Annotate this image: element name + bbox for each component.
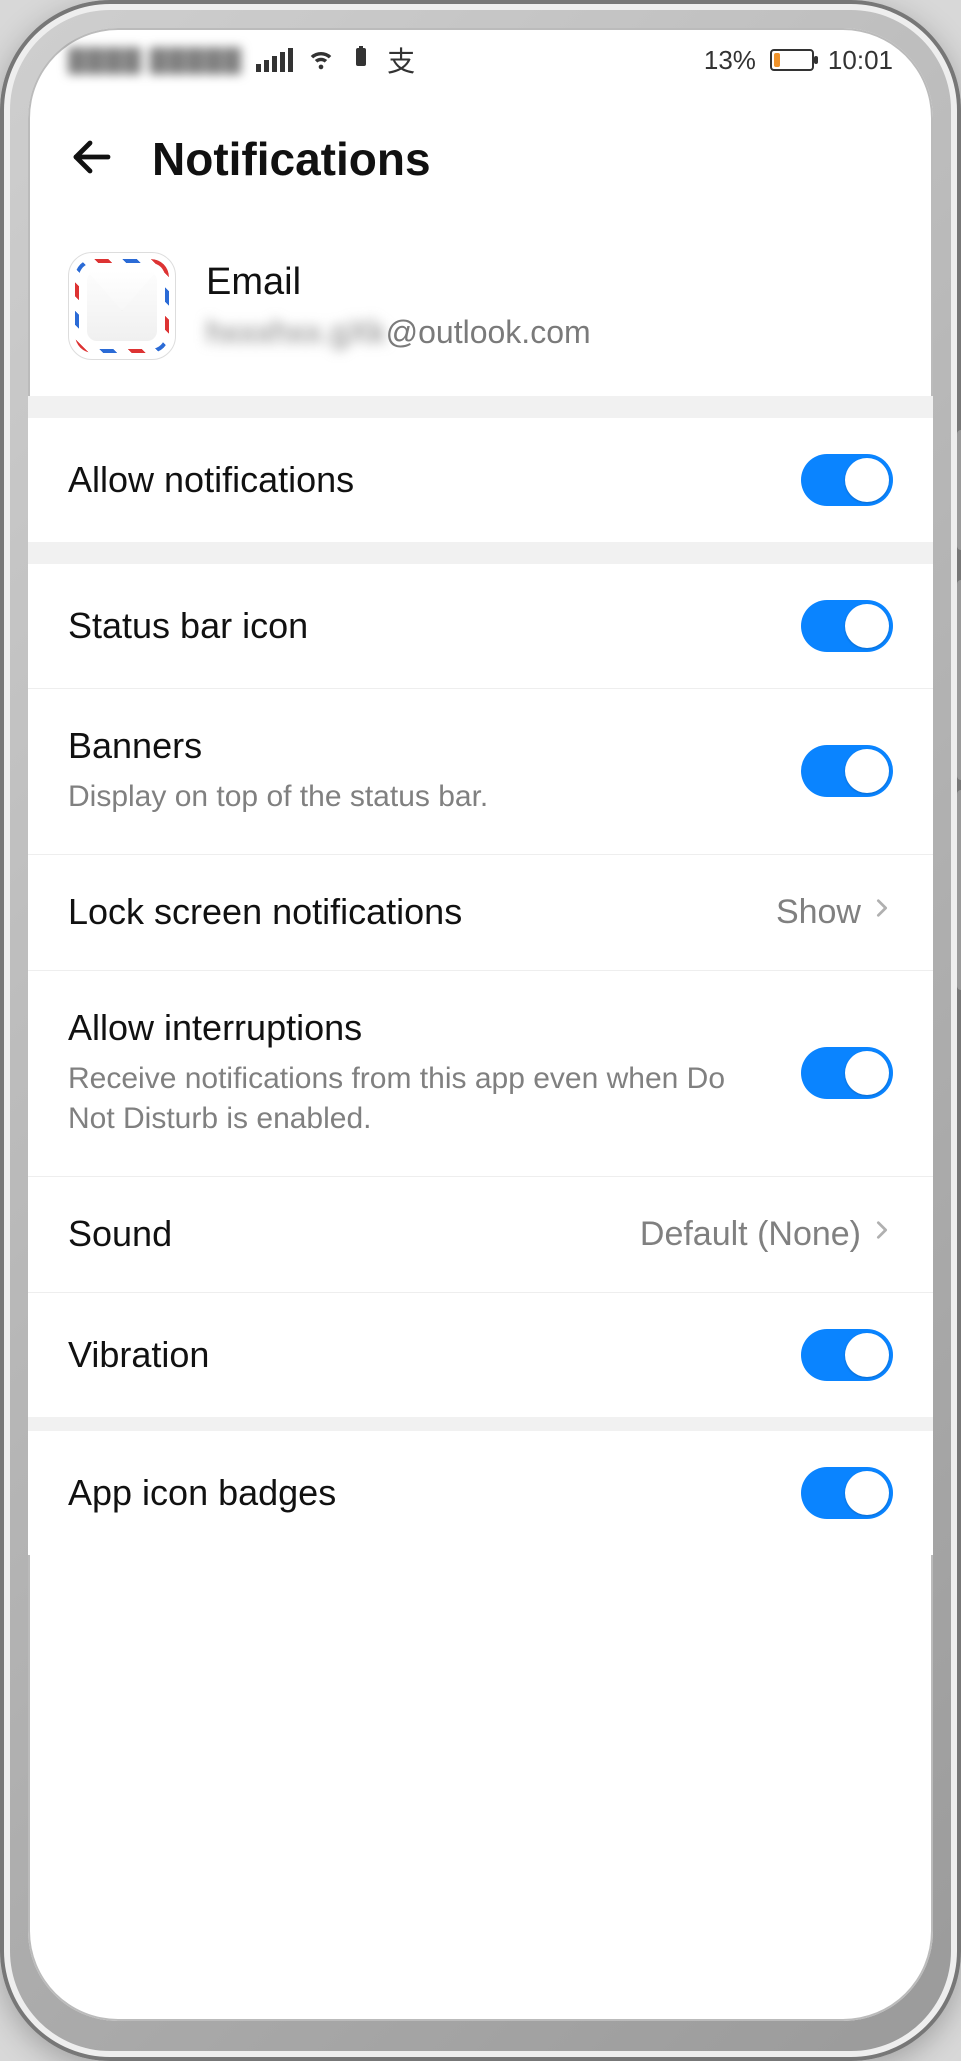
label-lock-screen: Lock screen notifications <box>68 891 746 933</box>
label-banners: Banners <box>68 725 771 767</box>
alipay-icon: 支 <box>387 40 415 80</box>
sub-allow-interruptions: Receive notifications from this app even… <box>68 1059 771 1140</box>
row-allow-interruptions[interactable]: Allow interruptions Receive notification… <box>28 971 933 1177</box>
page-title: Notifications <box>152 132 431 186</box>
clock: 10:01 <box>828 45 893 76</box>
toggle-allow-interruptions[interactable] <box>801 1047 893 1099</box>
chevron-right-icon <box>871 891 893 934</box>
value-lock-screen: Show <box>776 893 861 932</box>
battery-icon <box>770 49 814 71</box>
app-identity-row: Email hxxxhxx.gXk@outlook.com <box>28 236 933 396</box>
row-app-icon-badges[interactable]: App icon badges <box>28 1431 933 1555</box>
toggle-banners[interactable] <box>801 745 893 797</box>
app-account-label: hxxxhxx.gXk@outlook.com <box>206 314 591 351</box>
app-name-label: Email <box>206 261 591 304</box>
wifi-icon <box>307 43 335 78</box>
label-app-icon-badges: App icon badges <box>68 1472 771 1514</box>
row-banners[interactable]: Banners Display on top of the status bar… <box>28 689 933 855</box>
row-sound[interactable]: Sound Default (None) <box>28 1177 933 1293</box>
back-arrow-icon[interactable] <box>68 133 116 186</box>
toggle-vibration[interactable] <box>801 1329 893 1381</box>
chevron-right-icon <box>871 1213 893 1256</box>
battery-saver-icon <box>349 45 373 76</box>
row-vibration[interactable]: Vibration <box>28 1293 933 1417</box>
signal-icon <box>256 48 293 72</box>
label-status-bar-icon: Status bar icon <box>68 605 771 647</box>
sub-banners: Display on top of the status bar. <box>68 777 771 818</box>
row-status-bar-icon[interactable]: Status bar icon <box>28 564 933 689</box>
label-vibration: Vibration <box>68 1334 771 1376</box>
value-sound: Default (None) <box>640 1215 861 1254</box>
label-allow-notifications: Allow notifications <box>68 459 771 501</box>
status-bar: ▓▓▓▓ ▓▓▓▓▓ 支 13% 10:01 <box>28 28 933 92</box>
row-allow-notifications[interactable]: Allow notifications <box>28 418 933 542</box>
battery-percent: 13% <box>704 45 756 76</box>
toggle-status-bar-icon[interactable] <box>801 600 893 652</box>
toggle-app-icon-badges[interactable] <box>801 1467 893 1519</box>
carrier-label: ▓▓▓▓ ▓▓▓▓▓ <box>68 46 242 74</box>
toggle-allow-notifications[interactable] <box>801 454 893 506</box>
email-app-icon <box>68 252 176 360</box>
label-sound: Sound <box>68 1213 610 1255</box>
label-allow-interruptions: Allow interruptions <box>68 1007 771 1049</box>
row-lock-screen[interactable]: Lock screen notifications Show <box>28 855 933 971</box>
